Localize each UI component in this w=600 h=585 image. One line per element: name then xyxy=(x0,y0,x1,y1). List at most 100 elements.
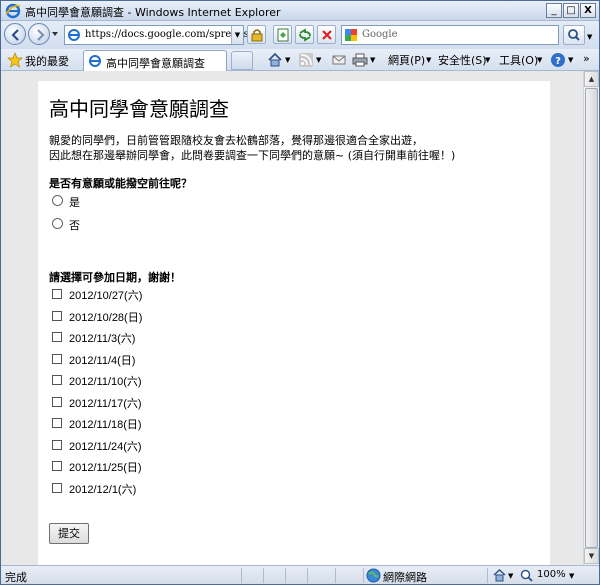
back-arrow-icon xyxy=(11,29,19,41)
home-icon[interactable] xyxy=(267,52,283,68)
refresh-button[interactable] xyxy=(295,25,314,44)
page-icon xyxy=(68,29,80,41)
compatibility-view-icon xyxy=(277,28,289,42)
radio-button[interactable] xyxy=(52,195,63,206)
title-bar: 高中同學會意願調查 - Windows Internet Explorer _ … xyxy=(1,1,599,21)
svg-text:?: ? xyxy=(555,56,561,67)
page-menu[interactable]: 網頁(P) xyxy=(388,52,425,68)
forward-arrow-icon xyxy=(37,29,45,41)
window-title: 高中同學會意願調查 - Windows Internet Explorer xyxy=(25,6,281,19)
rss-dropdown[interactable]: ▼ xyxy=(316,56,321,64)
stop-icon xyxy=(322,30,332,40)
checkbox[interactable] xyxy=(52,332,62,342)
help-dropdown[interactable]: ▼ xyxy=(568,56,573,64)
date-label: 2012/11/18(日) xyxy=(69,419,142,431)
ie-logo-icon xyxy=(5,3,21,19)
scroll-thumb[interactable] xyxy=(585,88,598,548)
checkbox[interactable] xyxy=(52,397,62,407)
page-menu-arrow[interactable]: ▼ xyxy=(426,56,431,64)
search-button[interactable] xyxy=(563,25,585,45)
status-divider xyxy=(363,568,364,583)
address-input[interactable]: https://docs.google.com/spreadshe ▼ xyxy=(64,25,261,45)
zoom-dropdown[interactable]: ▼ xyxy=(569,572,574,580)
home-dropdown[interactable]: ▼ xyxy=(285,56,290,64)
radio-label: 否 xyxy=(69,219,80,232)
page-viewport: 高中同學會意願調查 親愛的同學們，日前管管跟隨校友會去松鶴部落，覺得那邊很適合全… xyxy=(1,71,583,565)
status-divider xyxy=(263,568,264,583)
rss-feed-icon[interactable] xyxy=(298,52,314,68)
checkbox[interactable] xyxy=(52,418,62,428)
refresh-icon xyxy=(299,28,311,42)
favorites-button[interactable]: 我的最愛 xyxy=(25,53,69,69)
window-controls: _ □ X xyxy=(546,3,596,18)
print-dropdown[interactable]: ▼ xyxy=(370,56,375,64)
compatibility-button[interactable] xyxy=(273,25,292,44)
status-divider xyxy=(285,568,286,583)
radio-button[interactable] xyxy=(52,218,63,229)
close-button[interactable]: X xyxy=(580,3,596,18)
status-text: 完成 xyxy=(5,571,27,584)
zoom-icon[interactable] xyxy=(520,569,533,582)
tab-current-page[interactable]: 高中同學會意願調查 xyxy=(83,50,227,71)
stop-button[interactable] xyxy=(317,25,336,44)
date-label: 2012/11/10(六) xyxy=(69,376,142,388)
print-icon[interactable] xyxy=(352,52,368,68)
question-attendance-title: 是否有意願或能撥空前往呢？ xyxy=(49,177,192,190)
protected-mode-icon[interactable] xyxy=(493,569,506,582)
scroll-up-arrow[interactable]: ▲ xyxy=(584,71,599,87)
checkbox[interactable] xyxy=(52,483,62,493)
toolbar-overflow[interactable]: » xyxy=(583,52,590,65)
back-button[interactable] xyxy=(4,23,26,45)
favorites-star-icon[interactable] xyxy=(7,52,23,68)
safety-menu[interactable]: 安全性(S) xyxy=(438,52,487,68)
checkbox[interactable] xyxy=(52,461,62,471)
status-divider xyxy=(335,568,336,583)
checkbox[interactable] xyxy=(52,354,62,364)
lock-icon xyxy=(251,29,263,42)
submit-button[interactable]: 提交 xyxy=(49,523,89,544)
date-label: 2012/12/1(六) xyxy=(69,484,137,496)
vertical-scrollbar[interactable]: ▲ ▼ xyxy=(583,71,599,565)
question-dates-title: 請選擇可參加日期，謝謝！ xyxy=(49,271,181,284)
read-mail-icon[interactable] xyxy=(331,52,347,68)
address-dropdown-button[interactable]: ▼ xyxy=(231,26,243,44)
date-label: 2012/11/24(六) xyxy=(69,441,142,453)
internet-zone-icon xyxy=(366,568,381,583)
date-label: 2012/11/4(日) xyxy=(69,355,136,367)
security-zone[interactable]: 網際網路 xyxy=(383,569,427,585)
safety-menu-arrow[interactable]: ▼ xyxy=(485,56,490,64)
lock-button[interactable] xyxy=(247,25,266,44)
tab-title: 高中同學會意願調查 xyxy=(106,57,205,70)
date-label: 2012/11/3(六) xyxy=(69,333,136,345)
forward-button[interactable] xyxy=(28,23,50,45)
date-label: 2012/10/27(六) xyxy=(69,290,143,302)
checkbox[interactable] xyxy=(52,289,62,299)
tools-menu-arrow[interactable]: ▼ xyxy=(537,56,542,64)
radio-label: 是 xyxy=(69,196,80,209)
browser-window: 高中同學會意願調查 - Windows Internet Explorer _ … xyxy=(0,0,600,585)
maximize-button[interactable]: □ xyxy=(563,3,579,18)
history-dropdown-icon[interactable] xyxy=(51,30,59,38)
description-line-2: 因此想在那邊舉辦同學會，此問卷要調查一下同學們的意願~ (須自行開車前往喔！) xyxy=(49,149,456,162)
protected-mode-dropdown[interactable]: ▼ xyxy=(508,572,513,580)
scroll-down-arrow[interactable]: ▼ xyxy=(584,548,599,564)
zoom-level[interactable]: 100% xyxy=(537,569,566,580)
address-toolbar: https://docs.google.com/spreadshe ▼ Goog… xyxy=(1,21,599,49)
magnifier-icon xyxy=(568,29,580,41)
date-label: 2012/10/28(日) xyxy=(69,312,143,324)
status-bar: 完成 網際網路 ▼ 100% ▼ xyxy=(1,565,599,584)
new-tab-button[interactable] xyxy=(231,51,253,70)
date-label: 2012/11/25(日) xyxy=(69,462,142,474)
search-options-dropdown[interactable]: ▼ xyxy=(587,33,592,41)
checkbox[interactable] xyxy=(52,375,62,385)
tools-menu[interactable]: 工具(O) xyxy=(499,52,538,68)
description-line-1: 親愛的同學們，日前管管跟隨校友會去松鶴部落，覺得那邊很適合全家出遊， xyxy=(49,134,423,147)
search-input[interactable]: Google xyxy=(341,25,559,45)
minimize-button[interactable]: _ xyxy=(546,3,562,18)
help-icon[interactable]: ? xyxy=(550,52,566,68)
google-icon xyxy=(344,28,358,42)
checkbox[interactable] xyxy=(52,311,62,321)
favorites-bar: 我的最愛 高中同學會意願調查 ▼ ▼ ▼ 網頁(P) ▼ 安全性(S) ▼ 工具… xyxy=(1,49,599,71)
form-container: 高中同學會意願調查 親愛的同學們，日前管管跟隨校友會去松鶴部落，覺得那邊很適合全… xyxy=(38,81,550,565)
checkbox[interactable] xyxy=(52,440,62,450)
